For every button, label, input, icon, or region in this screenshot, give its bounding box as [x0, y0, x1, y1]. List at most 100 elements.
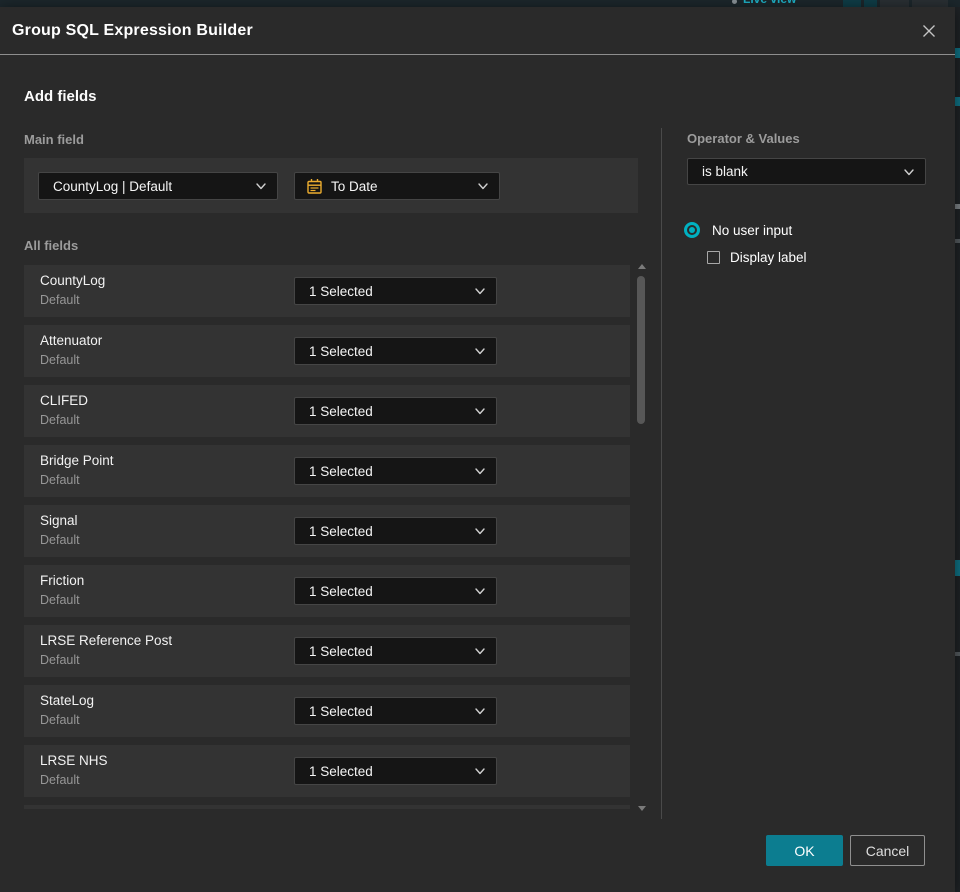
field-selection-value: 1 Selected — [309, 403, 373, 419]
chevron-down-icon — [475, 288, 485, 295]
panel-divider — [661, 128, 662, 819]
main-field-panel: CountyLog | Default To Date — [24, 158, 638, 213]
field-selection-select[interactable]: 1 Selected — [294, 577, 497, 605]
chevron-down-icon — [475, 768, 485, 775]
dialog-title: Group SQL Expression Builder — [12, 22, 253, 39]
chevron-down-icon — [475, 528, 485, 535]
scroll-up-arrow-icon[interactable] — [638, 264, 646, 269]
group-sql-expression-builder-dialog: Group SQL Expression Builder Add fields … — [0, 7, 955, 892]
operator-select-value: is blank — [702, 164, 748, 179]
chevron-down-icon — [475, 468, 485, 475]
field-name: Friction — [40, 573, 85, 588]
live-view-indicator: Live view — [732, 0, 796, 6]
field-selection-value: 1 Selected — [309, 763, 373, 779]
field-selection-select[interactable]: 1 Selected — [294, 277, 497, 305]
no-user-input-label: No user input — [712, 222, 793, 238]
field-selection-select[interactable]: 1 Selected — [294, 517, 497, 545]
background-button-fragment — [880, 0, 909, 7]
field-sublabel: Default — [40, 773, 80, 787]
chevron-down-icon — [475, 648, 485, 655]
radio-selected-icon — [684, 222, 700, 238]
ok-button[interactable]: OK — [766, 835, 843, 866]
main-field-label: Main field — [24, 132, 84, 147]
main-field-select-value: CountyLog | Default — [53, 178, 173, 194]
field-name: Signal — [40, 513, 78, 528]
field-sublabel: Default — [40, 293, 80, 307]
cancel-button[interactable]: Cancel — [850, 835, 925, 866]
chevron-down-icon — [475, 348, 485, 355]
all-fields-label: All fields — [24, 238, 79, 253]
main-field-type-select[interactable]: To Date — [294, 172, 500, 200]
operator-values-label: Operator & Values — [687, 131, 800, 146]
field-name: CountyLog — [40, 273, 106, 288]
field-row: StateLog Default 1 Selected — [24, 685, 630, 737]
field-row: Attenuator Default 1 Selected — [24, 325, 630, 377]
fields-list-scrollbar[interactable] — [636, 262, 647, 813]
field-selection-select[interactable]: 1 Selected — [294, 397, 497, 425]
field-selection-value: 1 Selected — [309, 703, 373, 719]
chevron-down-icon — [475, 588, 485, 595]
field-row: CLIFED Default 1 Selected — [24, 385, 630, 437]
close-icon — [923, 25, 935, 37]
display-label-checkbox[interactable]: Display label — [707, 250, 807, 265]
main-field-select[interactable]: CountyLog | Default — [38, 172, 278, 200]
field-selection-select[interactable]: 1 Selected — [294, 697, 497, 725]
close-button[interactable] — [919, 21, 939, 41]
no-user-input-radio[interactable]: No user input — [684, 222, 792, 238]
partial-next-row — [24, 805, 630, 809]
field-sublabel: Default — [40, 533, 80, 547]
field-sublabel: Default — [40, 593, 80, 607]
checkbox-unchecked-icon — [707, 251, 720, 264]
background-button-fragment — [912, 0, 948, 7]
display-label-text: Display label — [730, 250, 807, 265]
background-fragment — [955, 652, 960, 656]
field-selection-select[interactable]: 1 Selected — [294, 337, 497, 365]
background-fragment — [955, 560, 960, 576]
field-sublabel: Default — [40, 413, 80, 427]
field-selection-value: 1 Selected — [309, 523, 373, 539]
field-name: StateLog — [40, 693, 95, 708]
field-sublabel: Default — [40, 653, 80, 667]
chevron-down-icon — [475, 708, 485, 715]
field-row: CountyLog Default 1 Selected — [24, 265, 630, 317]
field-selection-value: 1 Selected — [309, 583, 373, 599]
background-fragment — [955, 239, 960, 243]
field-row: Bridge Point Default 1 Selected — [24, 445, 630, 497]
field-name: Bridge Point — [40, 453, 114, 468]
chevron-down-icon — [475, 408, 485, 415]
chevron-down-icon — [256, 183, 266, 190]
background-fragment — [955, 97, 960, 106]
field-selection-value: 1 Selected — [309, 463, 373, 479]
scrollbar-thumb[interactable] — [637, 276, 645, 424]
field-selection-value: 1 Selected — [309, 643, 373, 659]
field-sublabel: Default — [40, 713, 80, 727]
field-row: LRSE NHS Default 1 Selected — [24, 745, 630, 797]
background-fragment — [955, 204, 960, 209]
field-name: CLIFED — [40, 393, 89, 408]
field-selection-select[interactable]: 1 Selected — [294, 457, 497, 485]
field-sublabel: Default — [40, 473, 80, 487]
field-selection-select[interactable]: 1 Selected — [294, 637, 497, 665]
field-row: Signal Default 1 Selected — [24, 505, 630, 557]
operator-select[interactable]: is blank — [687, 158, 926, 185]
live-view-dot-icon — [732, 0, 737, 4]
field-name: LRSE NHS — [40, 753, 108, 768]
dialog-title-bar: Group SQL Expression Builder — [0, 7, 955, 55]
background-fragment — [955, 48, 960, 58]
field-name: LRSE Reference Post — [40, 633, 173, 648]
scroll-down-arrow-icon[interactable] — [638, 806, 646, 811]
background-toolbar: Live view — [0, 0, 960, 7]
field-selection-select[interactable]: 1 Selected — [294, 757, 497, 785]
field-sublabel: Default — [40, 353, 80, 367]
background-right-edge — [955, 7, 960, 892]
field-selection-value: 1 Selected — [309, 283, 373, 299]
add-fields-heading: Add fields — [24, 88, 97, 105]
field-name: Attenuator — [40, 333, 103, 348]
calendar-icon — [307, 179, 322, 194]
field-row: LRSE Reference Post Default 1 Selected — [24, 625, 630, 677]
chevron-down-icon — [904, 168, 914, 175]
background-button-fragment — [864, 0, 877, 7]
chevron-down-icon — [478, 183, 488, 190]
background-button-fragment — [843, 0, 861, 7]
field-row: Friction Default 1 Selected — [24, 565, 630, 617]
